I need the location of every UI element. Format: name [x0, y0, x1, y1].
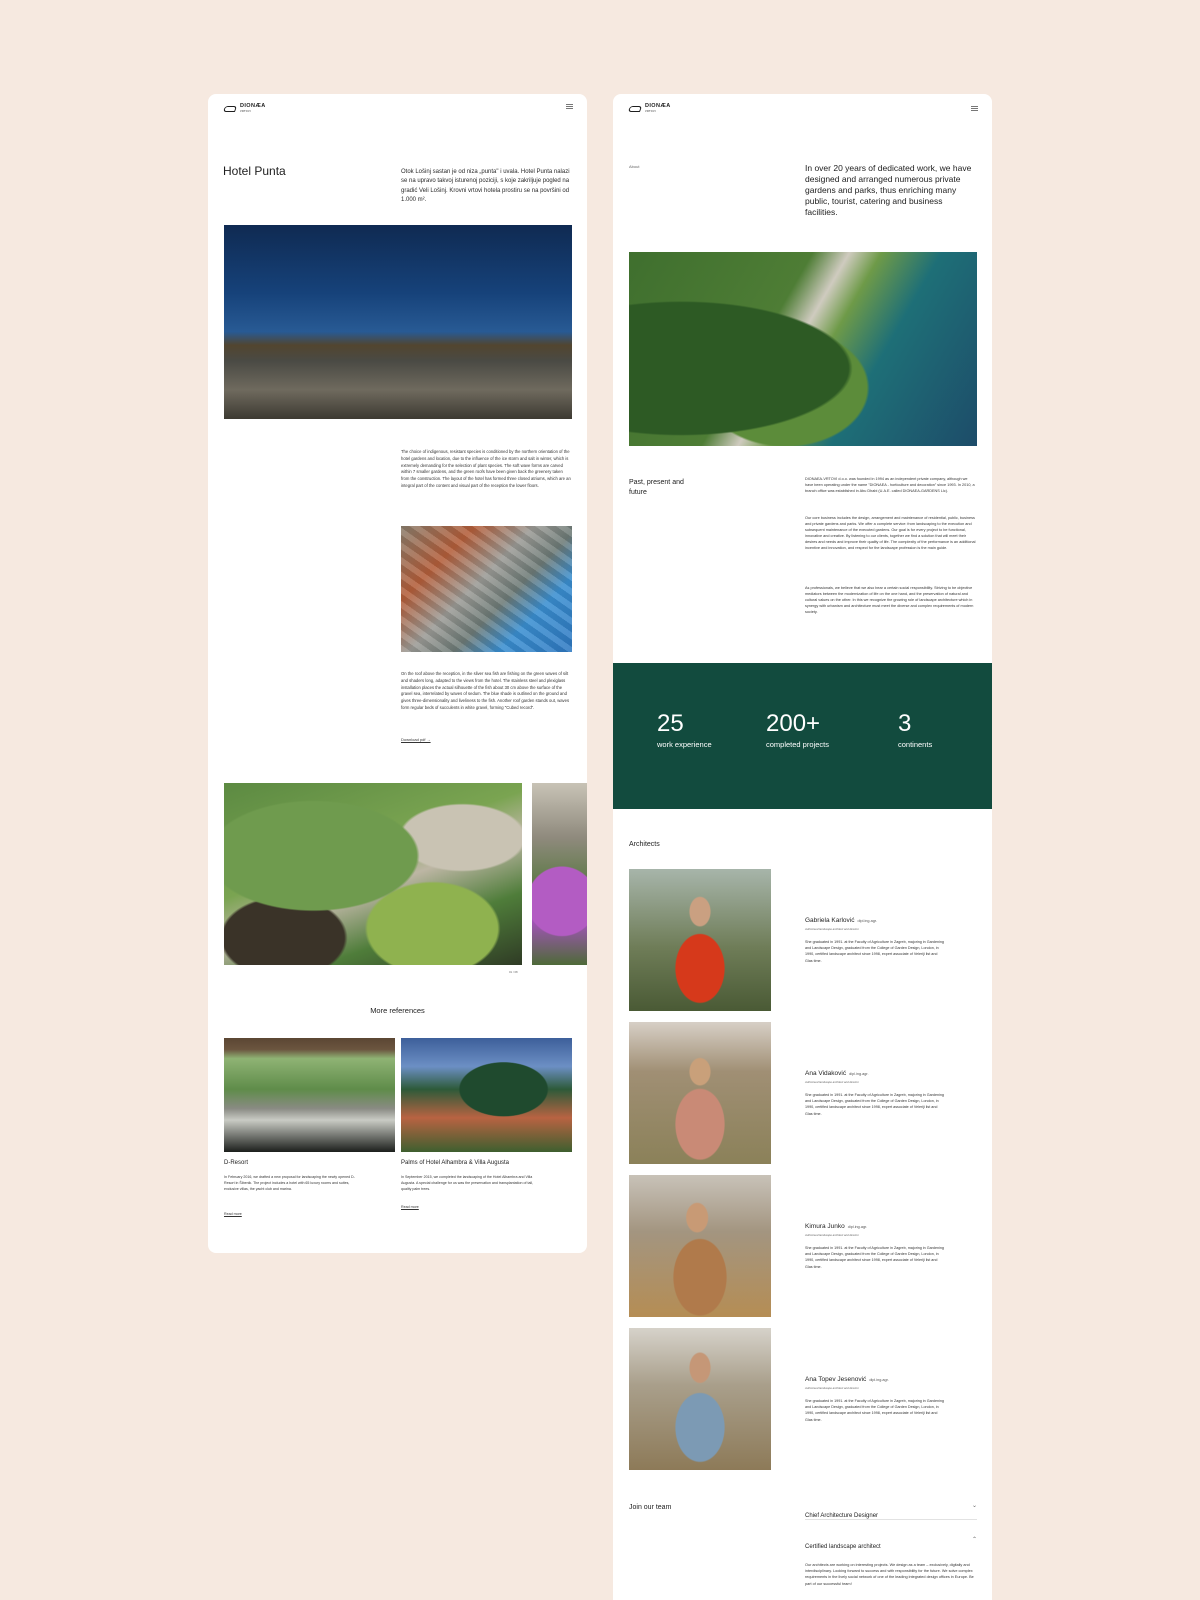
- architect-portrait: [629, 869, 771, 1011]
- logo[interactable]: DIONÆA VRTOVI: [627, 103, 671, 114]
- read-more-link[interactable]: Read more: [401, 1205, 419, 1209]
- architect-role: Authorised landscape architect and direc…: [805, 1386, 859, 1390]
- architect-name: Gabriela Karlović: [805, 917, 855, 924]
- architect-degree: dipl.ing.agr.: [849, 1072, 869, 1076]
- logo-sub: VRTOVI: [645, 110, 657, 113]
- reference-text: In February 2016, we drafted a new propo…: [224, 1175, 355, 1191]
- stat-value: 3: [898, 710, 912, 737]
- architect-portrait: [629, 1022, 771, 1164]
- architect-name: Ana Vidaković: [805, 1070, 847, 1077]
- architect-info: Gabriela Karlović dipl.ing.agr. Authorise…: [805, 909, 945, 964]
- history-paragraph-1: DIONAEA-VRTOVI d.o.o. was founded in 199…: [805, 477, 975, 494]
- architect-info: Ana Vidaković dipl.ing.agr. Authorised la…: [805, 1062, 945, 1117]
- dionaea-logo-icon: [627, 106, 643, 112]
- job-accordion-item[interactable]: Chief Architecture Designer ⌄: [805, 1503, 977, 1520]
- stat-label: completed projects: [766, 740, 829, 749]
- reference-image-d-resort[interactable]: [224, 1038, 395, 1152]
- read-more-link[interactable]: Read more: [224, 1212, 242, 1216]
- gallery-counter: 01 / 08: [509, 970, 518, 974]
- project-page-card: DIONÆA VRTOVI Hotel Punta Otok Lošinj sas…: [208, 94, 587, 1253]
- architect-name: Kimura Junko: [805, 1223, 845, 1230]
- stat-value: 25: [657, 710, 684, 737]
- history-paragraph-2: Our core business includes the design, a…: [805, 516, 976, 551]
- architect-bio: She graduated in 1991. at the Faculty of…: [805, 1399, 944, 1422]
- stat-value: 200+: [766, 710, 821, 737]
- architect-bio: She graduated in 1991. at the Faculty of…: [805, 940, 944, 963]
- architect-degree: dipl.ing.agr.: [857, 919, 877, 923]
- more-references-heading: More references: [370, 1006, 425, 1015]
- reference-image-alhambra[interactable]: [401, 1038, 572, 1152]
- architect-bio: She graduated in 1991. at the Faculty of…: [805, 1246, 944, 1269]
- architect-bio: She graduated in 1991. at the Faculty of…: [805, 1093, 944, 1116]
- about-label: About: [629, 164, 640, 169]
- architect-role: Authorised landscape architect and direc…: [805, 927, 859, 931]
- logo[interactable]: DIONÆA VRTOVI: [222, 103, 266, 114]
- hamburger-menu-icon[interactable]: [566, 104, 573, 109]
- job-accordion-item-open[interactable]: Certified landscape architect ⌃ Our arch…: [805, 1535, 977, 1587]
- gallery-image-2[interactable]: [532, 783, 587, 965]
- architect-portrait: [629, 1175, 771, 1317]
- stat-item: 25 work experience: [657, 710, 712, 750]
- job-description: Our architects are working on interestin…: [805, 1563, 974, 1586]
- description-paragraph-2: On the roof above the reception, in the …: [401, 671, 570, 710]
- job-title: Certified landscape architect: [805, 1544, 881, 1550]
- about-hero-image: [629, 252, 977, 446]
- chevron-up-icon: ⌃: [971, 1537, 977, 1543]
- join-team-heading: Join our team: [629, 1504, 672, 1511]
- reference-title[interactable]: D-Resort: [224, 1160, 248, 1166]
- architect-info: Ana Topev Jesenović dipl.ing.agr. Authori…: [805, 1368, 945, 1423]
- intro-text: Otok Lošinj sastan je od niza „punta" i …: [401, 169, 570, 203]
- dionaea-logo-icon: [222, 106, 238, 112]
- chevron-down-icon: ⌄: [971, 1503, 977, 1509]
- reference-title[interactable]: Palms of Hotel Alhambra & Villa Augusta: [401, 1160, 509, 1166]
- stat-label: work experience: [657, 740, 712, 749]
- architect-name: Ana Topev Jesenović: [805, 1376, 867, 1383]
- history-paragraph-3: As professionals, we believe that we als…: [805, 586, 974, 615]
- download-pdf-link[interactable]: Download pdf →: [401, 737, 431, 742]
- about-page-card: DIONÆA VRTOVI About In over 20 years of d…: [613, 94, 992, 1600]
- architect-degree: dipl.ing.agr.: [869, 1378, 889, 1382]
- history-label: Past, present and future: [629, 479, 684, 496]
- reference-text: In September 2015, we completed the land…: [401, 1175, 534, 1191]
- gallery-image-1[interactable]: [224, 783, 522, 965]
- logo-sub: VRTOVI: [240, 110, 252, 113]
- aerial-image: [401, 526, 572, 652]
- page-title: Hotel Punta: [223, 164, 286, 178]
- architect-portrait: [629, 1328, 771, 1470]
- hero-image: [224, 225, 572, 419]
- stats-band: 25 work experience 200+ completed projec…: [613, 663, 992, 809]
- stat-label: continents: [898, 740, 933, 749]
- architect-degree: dipl.ing.agr.: [847, 1225, 868, 1229]
- stat-item: 3 continents: [898, 710, 933, 750]
- architect-role: Authorised landscape architect and direc…: [805, 1080, 859, 1084]
- architects-heading: Architects: [629, 841, 660, 848]
- job-title: Chief Architecture Designer: [805, 1513, 879, 1519]
- hamburger-menu-icon[interactable]: [971, 106, 978, 111]
- architect-role: Authorised landscape architect and direc…: [805, 1233, 859, 1237]
- about-headline: In over 20 years of dedicated work, we h…: [805, 163, 972, 217]
- stat-item: 200+ completed projects: [766, 710, 829, 750]
- description-paragraph-1: The choice of indigenous, resistant spec…: [401, 449, 571, 488]
- architect-info: Kimura Junko dipl.ing.agr. Authorised lan…: [805, 1215, 945, 1270]
